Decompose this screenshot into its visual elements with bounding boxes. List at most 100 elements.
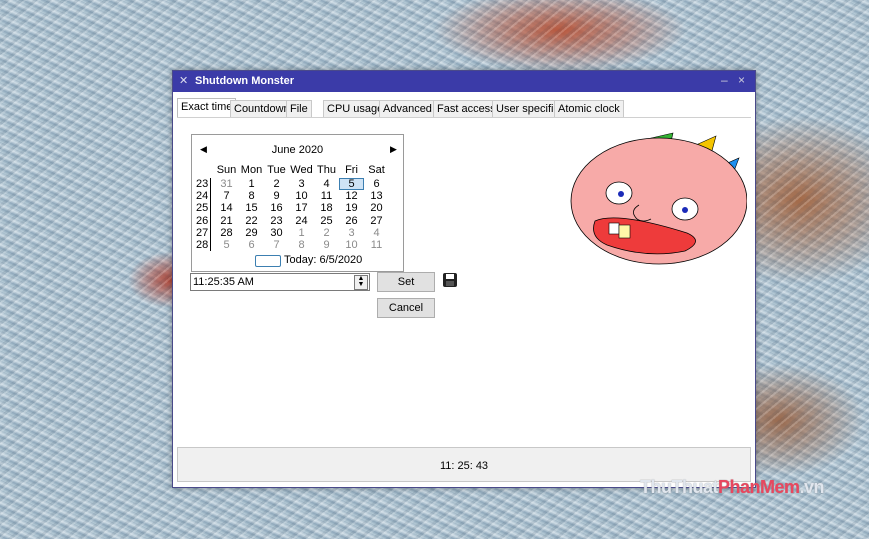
next-month-icon[interactable]: ▶ xyxy=(390,144,397,155)
calendar-day[interactable]: 11 xyxy=(364,239,389,251)
calendar-day[interactable]: 27 xyxy=(364,215,389,227)
calendar-day[interactable]: 2 xyxy=(314,227,339,239)
calendar-week-row: 28 29 30 1 2 3 4 xyxy=(214,227,389,239)
today-marker-icon xyxy=(255,255,281,267)
monster-tooth xyxy=(618,224,631,239)
monster-pupil xyxy=(618,191,624,197)
week-number: 23 xyxy=(196,178,209,190)
watermark-part: .vn xyxy=(799,477,825,497)
tab-divider xyxy=(177,117,751,118)
week-number: 24 xyxy=(196,190,209,203)
calendar-day[interactable]: 14 xyxy=(214,202,239,214)
calendar-day[interactable]: 6 xyxy=(364,178,389,190)
calendar-day[interactable]: 5 xyxy=(214,239,239,251)
calendar-day[interactable]: 9 xyxy=(264,190,289,202)
tab-user-specific[interactable]: User specific xyxy=(492,100,563,118)
calendar-week-row: 5 6 7 8 9 10 11 xyxy=(214,239,389,251)
calendar-day[interactable]: 17 xyxy=(289,202,314,214)
calendar-day[interactable]: 31 xyxy=(214,178,239,190)
calendar-day[interactable]: 23 xyxy=(264,215,289,227)
today-link[interactable]: Today: 6/5/2020 xyxy=(284,254,362,266)
window-title: Shutdown Monster xyxy=(195,75,294,87)
calendar-day[interactable]: 13 xyxy=(364,190,389,202)
month-calendar[interactable]: ◀ June 2020 ▶ Sun Mon Tue Wed Thu Fri Sa… xyxy=(191,134,404,272)
calendar-day[interactable]: 5 xyxy=(339,178,364,191)
calendar-days: 31 1 2 3 4 5 6 7 8 9 10 11 12 13 14 15 16 17 18 19 20 21 22 23 2… xyxy=(214,178,389,251)
tab-file[interactable]: File xyxy=(286,100,312,118)
calendar-day[interactable]: 4 xyxy=(314,178,339,190)
calendar-day[interactable]: 18 xyxy=(314,202,339,214)
week-number: 27 xyxy=(196,226,209,239)
calendar-day[interactable]: 21 xyxy=(214,215,239,227)
calendar-day[interactable]: 4 xyxy=(364,227,389,239)
weekday-label: Thu xyxy=(317,164,336,176)
watermark-part: ThuThuat xyxy=(640,477,718,497)
title-bar[interactable]: ✕ Shutdown Monster – × xyxy=(173,71,755,92)
monster-mascot-image xyxy=(570,132,747,265)
weekday-label: Wed xyxy=(290,164,313,176)
calendar-day[interactable]: 25 xyxy=(314,215,339,227)
calendar-day[interactable]: 8 xyxy=(239,190,264,202)
calendar-day[interactable]: 26 xyxy=(339,215,364,227)
current-time-readout: 11: 25: 43 xyxy=(439,460,489,472)
week-numbers: 23 24 25 26 27 28 xyxy=(196,178,211,252)
calendar-week-row: 31 1 2 3 4 5 6 xyxy=(214,178,389,191)
calendar-day[interactable]: 11 xyxy=(314,190,339,202)
weekday-label: Sun xyxy=(216,164,237,176)
calendar-day[interactable]: 8 xyxy=(289,239,314,251)
calendar-week-row: 14 15 16 17 18 19 20 xyxy=(214,202,389,214)
calendar-day[interactable]: 7 xyxy=(214,190,239,202)
calendar-month-label[interactable]: June 2020 xyxy=(192,144,403,156)
monster-tooth xyxy=(608,222,620,235)
calendar-day[interactable]: 7 xyxy=(264,239,289,251)
set-button[interactable]: Set xyxy=(377,272,435,292)
weekday-label: Sat xyxy=(368,164,385,176)
weekday-label: Fri xyxy=(345,164,358,176)
tab-cpu-usage[interactable]: CPU usage xyxy=(323,100,388,118)
tab-advanced[interactable]: Advanced xyxy=(379,100,436,118)
calendar-day[interactable]: 22 xyxy=(239,215,264,227)
app-window: ✕ Shutdown Monster – × Exact time Countd… xyxy=(172,70,756,488)
calendar-day[interactable]: 10 xyxy=(289,190,314,202)
monster-pupil xyxy=(682,207,688,213)
calendar-day[interactable]: 29 xyxy=(239,227,264,239)
minimize-button[interactable]: – xyxy=(721,73,728,87)
calendar-day[interactable]: 19 xyxy=(339,202,364,214)
calendar-day[interactable]: 28 xyxy=(214,227,239,239)
calendar-day[interactable]: 30 xyxy=(264,227,289,239)
calendar-day[interactable]: 1 xyxy=(289,227,314,239)
watermark-text: ThuThuatPhanMem.vn xyxy=(640,477,825,498)
cancel-button[interactable]: Cancel xyxy=(377,298,435,318)
calendar-day[interactable]: 2 xyxy=(264,178,289,190)
calendar-day[interactable]: 15 xyxy=(239,202,264,214)
calendar-day[interactable]: 1 xyxy=(239,178,264,190)
calendar-day[interactable]: 10 xyxy=(339,239,364,251)
tab-countdown[interactable]: Countdown xyxy=(230,100,294,118)
time-spinner[interactable]: ▲ ▼ xyxy=(354,275,368,290)
week-number: 26 xyxy=(196,214,209,227)
calendar-week-row: 7 8 9 10 11 12 13 xyxy=(214,190,389,202)
tab-atomic-clock[interactable]: Atomic clock xyxy=(554,100,624,118)
week-number: 25 xyxy=(196,202,209,215)
monster-icon: ✕ xyxy=(179,75,189,87)
week-number: 28 xyxy=(196,238,209,251)
time-picker[interactable]: 11:25:35 AM ▲ ▼ xyxy=(190,273,370,291)
calendar-day[interactable]: 3 xyxy=(339,227,364,239)
calendar-day[interactable]: 9 xyxy=(314,239,339,251)
calendar-week-row: 21 22 23 24 25 26 27 xyxy=(214,215,389,227)
weekday-header: Sun Mon Tue Wed Thu Fri Sat xyxy=(214,164,389,176)
tab-fast-access[interactable]: Fast access xyxy=(433,100,500,118)
weekday-label: Mon xyxy=(240,164,263,176)
calendar-day[interactable]: 24 xyxy=(289,215,314,227)
calendar-day[interactable]: 12 xyxy=(339,190,364,202)
weekday-label: Tue xyxy=(267,164,286,176)
close-button[interactable]: × xyxy=(738,73,745,87)
watermark-part: PhanMem xyxy=(717,477,800,497)
calendar-day[interactable]: 6 xyxy=(239,239,264,251)
calendar-day[interactable]: 16 xyxy=(264,202,289,214)
save-icon[interactable] xyxy=(443,273,457,287)
calendar-day[interactable]: 20 xyxy=(364,202,389,214)
time-value: 11:25:35 AM xyxy=(193,276,254,288)
tab-exact-time[interactable]: Exact time xyxy=(177,98,237,118)
calendar-day[interactable]: 3 xyxy=(289,178,314,190)
